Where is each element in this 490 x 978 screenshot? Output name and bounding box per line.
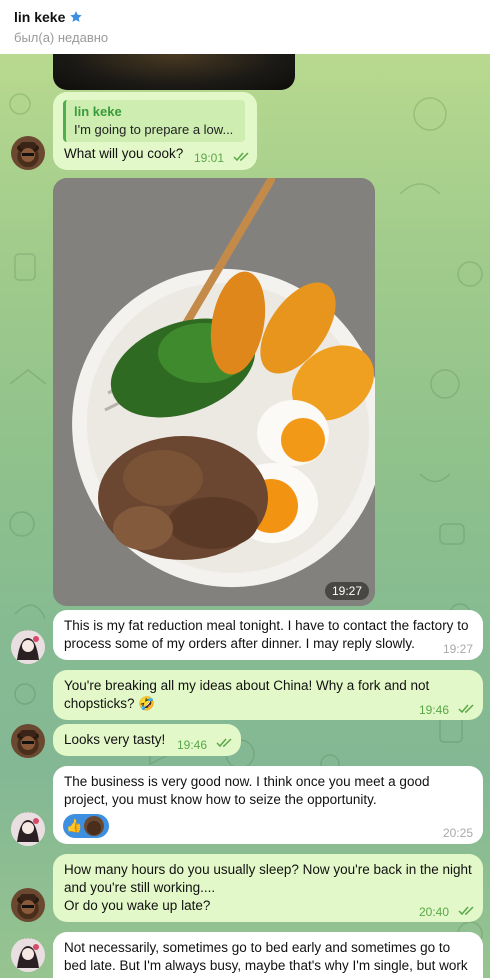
avatar-girl-icon: [11, 938, 45, 972]
avatar-girl-icon: [11, 812, 45, 846]
message-time: 19:01: [194, 151, 225, 165]
avatar-man-icon: [17, 142, 39, 162]
outgoing-message[interactable]: You're breaking all my ideas about China…: [53, 670, 483, 720]
double-check-icon: [458, 704, 474, 714]
message-time: 19:46: [419, 703, 450, 717]
avatar[interactable]: [11, 938, 45, 972]
message-text-line: How many hours do you usually sleep? Now…: [64, 862, 472, 877]
avatar-girl-icon: [11, 630, 45, 664]
message-text-line: process some of my orders after dinner. …: [64, 636, 415, 651]
reaction-chip[interactable]: 👍: [63, 814, 109, 838]
outgoing-message[interactable]: Looks very tasty! 19:46: [53, 724, 241, 756]
avatar-man-icon: [17, 730, 39, 750]
message-text-line: Or do you wake up late?: [64, 898, 211, 913]
food-photo-message[interactable]: 19:27: [53, 178, 375, 606]
message-text-line: and you're still working....: [64, 880, 216, 895]
thumbs-up-emoji: 👍: [66, 818, 83, 833]
message-text-line: chopsticks? 🤣: [64, 696, 156, 711]
message-time: 20:40: [419, 905, 450, 919]
incoming-message[interactable]: This is my fat reduction meal tonight. I…: [53, 610, 483, 660]
double-check-icon: [233, 152, 249, 162]
quote-text: I'm going to prepare a low...: [74, 122, 234, 137]
reaction-avatar: [84, 816, 105, 836]
contact-status: был(а) недавно: [14, 30, 109, 45]
message-list[interactable]: lin keke I'm going to prepare a low... W…: [0, 54, 490, 978]
avatar-man-icon: [17, 894, 39, 914]
message-time: 20:25: [443, 826, 474, 840]
outgoing-message[interactable]: How many hours do you usually sleep? Now…: [53, 854, 483, 922]
avatar[interactable]: [11, 812, 45, 846]
avatar[interactable]: [11, 136, 45, 170]
contact-name-row[interactable]: lin keke: [14, 9, 83, 25]
incoming-message[interactable]: The business is very good now. I think o…: [53, 766, 483, 844]
avatar[interactable]: [11, 888, 45, 922]
message-time: 19:46: [177, 738, 208, 752]
food-photo: [53, 178, 375, 606]
message-text-line: bed late. But I'm always busy, maybe tha…: [64, 958, 468, 973]
double-check-icon: [216, 738, 232, 748]
contact-name: lin keke: [14, 9, 66, 25]
quote-author: lin keke: [74, 104, 122, 119]
message-text-line: The business is very good now. I think o…: [64, 774, 430, 789]
message-text: What will you cook?: [64, 146, 184, 161]
avatar[interactable]: [11, 630, 45, 664]
message-text-line: You're breaking all my ideas about China…: [64, 678, 430, 693]
message-text-line: Not necessarily, sometimes go to bed ear…: [64, 940, 451, 955]
chat-header[interactable]: lin keke был(а) недавно: [0, 0, 490, 54]
message-text: Looks very tasty!: [64, 732, 166, 747]
double-check-icon: [458, 906, 474, 916]
avatar[interactable]: [11, 724, 45, 758]
previous-photo-message[interactable]: [53, 54, 295, 90]
photo-time: 19:27: [324, 582, 369, 600]
incoming-message[interactable]: Not necessarily, sometimes go to bed ear…: [53, 932, 483, 978]
message-time: 19:27: [443, 642, 474, 656]
verified-star-icon: [70, 11, 83, 22]
message-text-line: project, you must know how to seize the …: [64, 792, 377, 807]
quoted-message[interactable]: lin keke I'm going to prepare a low...: [63, 100, 245, 142]
outgoing-reply-message[interactable]: lin keke I'm going to prepare a low... W…: [53, 92, 257, 170]
message-text-line: This is my fat reduction meal tonight. I…: [64, 618, 469, 633]
